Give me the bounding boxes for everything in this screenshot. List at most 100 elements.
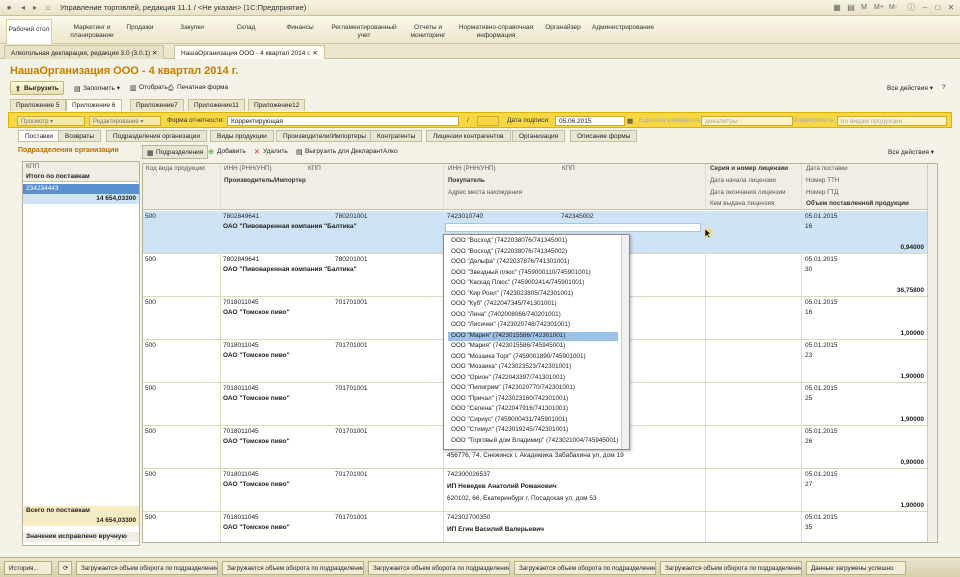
section-admin[interactable]: Администрирование <box>592 18 654 42</box>
section-purchases[interactable]: Закупки <box>172 18 212 42</box>
refresh-icon[interactable]: ⟳ <box>58 561 72 575</box>
dropdown-option[interactable]: ООО "Восход" (7422038076/741345001) <box>448 237 618 247</box>
sign-date-input[interactable]: 05.06.2015 <box>555 116 625 126</box>
dropdown-scrollbar[interactable] <box>621 235 629 449</box>
dropdown-option[interactable]: ООО "Звездный плюс" (7459000110/74590100… <box>448 269 618 279</box>
dropdown-option[interactable]: ООО "Лина" (7402008066/740201001) <box>448 311 618 321</box>
help-icon[interactable]: ? <box>938 81 950 95</box>
cell-kpp: 701701001 <box>335 471 368 478</box>
dropdown-option[interactable]: ООО "Торговый дом Владимир" (7423021004/… <box>448 437 618 447</box>
dropdown-option[interactable]: ООО "Кир Роял" (7423023805/742301001) <box>448 290 618 300</box>
tab-supplies[interactable]: Поставки <box>18 130 60 142</box>
section-finance[interactable]: Финансы <box>280 18 320 42</box>
tab-producers[interactable]: Производители/Импортеры <box>276 130 373 142</box>
calendar-icon[interactable]: ▦ <box>832 3 842 13</box>
memory-m-button[interactable]: M <box>858 3 870 13</box>
dropdown-option[interactable]: ООО "Восход" (7422038076/741345002) <box>448 248 618 258</box>
back-icon[interactable]: ◂ <box>18 3 28 13</box>
section-sales[interactable]: Продажи <box>120 18 160 42</box>
tab-licenses[interactable]: Лицензии контрагентов <box>426 130 511 142</box>
table-scrollbar[interactable] <box>927 164 937 542</box>
export-button[interactable]: ▤ Выгрузить для ДекларантАлко <box>292 145 402 159</box>
info-icon[interactable]: ⓘ <box>906 3 916 13</box>
dropdown-option[interactable]: ООО "Мария" (7423015586/742301001) <box>448 331 618 341</box>
window-title: Управление торговлей, редакция 11.1 / <Н… <box>60 3 307 12</box>
forward-icon[interactable]: ▸ <box>30 3 40 13</box>
table-row[interactable]: 500 7018011045 701701001 ОАО "Томское пиво"… <box>143 469 928 512</box>
dropdown-option[interactable]: ООО "Селена" (7422047916/741301001) <box>448 405 618 415</box>
minimize-icon[interactable]: – <box>920 3 930 13</box>
table-row[interactable]: 500 7018011045 701701001 ОАО "Томское пиво"… <box>143 512 928 542</box>
tab-counterparties[interactable]: Контрагенты <box>370 130 423 142</box>
tab-appendix-11[interactable]: Приложение11 <box>188 99 245 111</box>
add-button[interactable]: ⊕ Добавить <box>204 145 250 159</box>
tab-returns[interactable]: Возвраты <box>58 130 102 142</box>
memory-minus-button[interactable]: M- <box>886 3 900 13</box>
document-tabs: Алкогольная декларация, редакция 3.0 (3.… <box>0 44 960 59</box>
view-mode-select[interactable]: Просмотр ▾ <box>17 116 85 126</box>
memory-plus-button[interactable]: M+ <box>872 3 886 13</box>
form-type-input[interactable]: Корректирующая <box>227 116 459 126</box>
form-by-input[interactable]: по видам продукции <box>837 116 947 126</box>
dropdown-option[interactable]: ООО "Стимул" (7423019245/742301001) <box>448 426 618 436</box>
delete-button[interactable]: ✕ Удалить <box>250 145 292 159</box>
status-message[interactable]: Загружается объем оборота по подразделен… <box>514 561 656 575</box>
status-message[interactable]: Загружается объем оборота по подразделен… <box>76 561 218 575</box>
maximize-icon[interactable]: □ <box>933 3 943 13</box>
status-message[interactable]: Данные загружены успешно <box>806 561 906 575</box>
tab-product-types[interactable]: Виды продукции <box>210 130 274 142</box>
dropdown-option[interactable]: ООО "Мозаика Торг" (7459001890/745901001… <box>448 353 618 363</box>
fill-button[interactable]: ▤ Заполнить ▾ <box>70 81 124 95</box>
history-button[interactable]: История... <box>4 561 52 575</box>
dropdown-option[interactable]: ООО "Сириус" (7459000431/745901001) <box>448 416 618 426</box>
dropdown-option[interactable]: ООО "Каскад Плюс" (7459002414/745901001) <box>448 279 618 289</box>
dropdown-option[interactable]: ООО "Дельфа" (7422037876/741301001) <box>448 258 618 268</box>
calendar-icon[interactable]: ▦ <box>627 117 633 125</box>
close-icon[interactable]: ✕ <box>946 3 956 13</box>
tab-appendix-7[interactable]: Приложение7 <box>130 99 184 111</box>
grid-all-actions-button[interactable]: Все действия ▾ <box>884 145 938 159</box>
section-marketing[interactable]: Маркетинг и планирование <box>60 18 124 42</box>
home-icon[interactable]: ⌂ <box>43 3 53 13</box>
tab-current-document[interactable]: НашаОрганизация ООО - 4 квартал 2014 г. … <box>174 45 325 59</box>
dropdown-option[interactable]: ООО "Мария" (7423015586/745945001) <box>448 342 618 352</box>
correction-number-input[interactable] <box>477 116 499 126</box>
unit-input[interactable]: декалитры <box>701 116 793 126</box>
dropdown-option[interactable]: ООО "Лисички" (7423020748/742301001) <box>448 321 618 331</box>
buyer-dropdown-list[interactable]: ООО "Восход" (7422038076/741345001) ООО "… <box>443 234 630 450</box>
tab-alco-declaration[interactable]: Алкогольная декларация, редакция 3.0 (3.… <box>4 45 165 59</box>
tab-appendix-12[interactable]: Приложение12 <box>248 99 306 111</box>
tab-form-description[interactable]: Описание формы <box>570 130 638 142</box>
dropdown-option[interactable]: ООО "Мозаика" (7423023523/742301001) <box>448 363 618 373</box>
status-message[interactable]: Загружается объем оборота по подразделен… <box>660 561 802 575</box>
section-nsi[interactable]: Нормативно-справочная информация <box>456 18 536 42</box>
add-icon: ⊕ <box>208 149 214 156</box>
section-desktop[interactable]: Рабочий стол <box>6 19 52 45</box>
divisions-list[interactable]: КПП Итого по поставкам 234234443 14 654,… <box>22 161 140 546</box>
section-reports[interactable]: Отчеты и мониторинг <box>404 18 452 42</box>
buyer-input[interactable] <box>445 223 701 232</box>
tab-divisions[interactable]: Подразделения организации <box>106 130 207 142</box>
all-actions-button[interactable]: Все действия ▾ <box>883 81 937 95</box>
calc-icon[interactable]: ▤ <box>846 3 856 13</box>
cell-date: 05.01.2015 <box>805 299 838 306</box>
edit-mode-select[interactable]: Редактирование ▾ <box>89 116 161 126</box>
tab-organization[interactable]: Организация <box>512 130 566 142</box>
section-warehouse[interactable]: Склад <box>226 18 266 42</box>
close-icon[interactable]: ✕ <box>152 50 157 57</box>
status-message[interactable]: Загружается объем оборота по подразделен… <box>222 561 364 575</box>
dropdown-option[interactable]: ООО "Пилигрим" (7423020770/742301001) <box>448 384 618 394</box>
status-message[interactable]: Загружается объем оборота по подразделен… <box>368 561 510 575</box>
dropdown-option[interactable]: ООО "Орион" (7422043397/741301001) <box>448 374 618 384</box>
upload-button[interactable]: ⇪ Выгрузить <box>10 81 64 95</box>
list-item[interactable]: 234234443 <box>23 184 139 194</box>
close-icon[interactable]: ✕ <box>312 50 317 57</box>
divisions-button[interactable]: ▦ Подразделения <box>142 145 209 159</box>
dropdown-option[interactable]: ООО "Причал" (7423023160/742301001) <box>448 395 618 405</box>
print-form-button[interactable]: ⎙ Печатная форма <box>164 81 232 95</box>
section-organizer[interactable]: Органайзер <box>540 18 586 42</box>
section-regulated[interactable]: Регламентированный учет <box>326 18 402 42</box>
tab-appendix-6[interactable]: Приложение 6 <box>66 99 122 111</box>
tab-appendix-5[interactable]: Приложение 5 <box>10 99 66 111</box>
dropdown-option[interactable]: ООО "Куб" (7422047345/741301001) <box>448 300 618 310</box>
